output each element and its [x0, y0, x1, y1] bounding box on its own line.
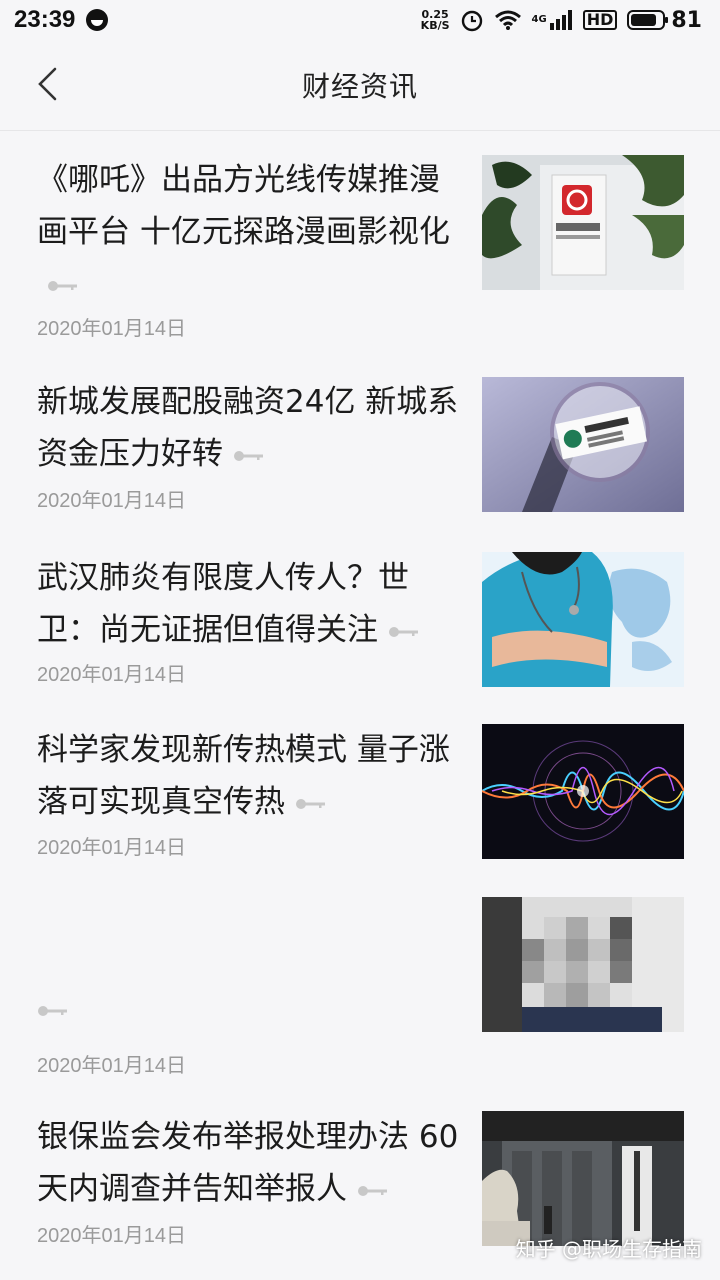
key-icon — [296, 798, 325, 809]
news-title-wrap: 科学家发现新传热模式 量子涨落可实现真空传热 — [37, 724, 467, 828]
news-title: 《哪吒》出品方光线传媒推漫画平台 十亿元探路漫画影视化 — [37, 162, 450, 250]
key-icon — [38, 1005, 67, 1016]
news-date: 2020年01月14日 — [37, 490, 186, 512]
network-speed-unit: KB/S — [420, 19, 450, 32]
news-thumbnail — [482, 155, 684, 290]
news-item[interactable]: 新城发展配股融资24亿 新城系资金压力好转 2020年01月14日 — [0, 346, 720, 521]
regulator-building-photo — [482, 1111, 684, 1246]
news-title: 武汉肺炎有限度人传人？世卫：尚无证据但值得关注 — [37, 560, 409, 648]
building-photo — [482, 155, 684, 290]
news-date: 2020年01月14日 — [37, 1225, 186, 1247]
page-title: 财经资讯 — [301, 70, 418, 103]
nurse-photo — [482, 552, 684, 687]
news-item[interactable]: 科学家发现新传热模式 量子涨落可实现真空传热 2020年01月14日 — [0, 694, 720, 869]
news-title-wrap: 《哪吒》出品方光线传媒推漫画平台 十亿元探路漫画影视化 — [37, 154, 467, 310]
news-date: 2020年01月14日 — [37, 837, 186, 859]
watermark: 知乎 @职场生存指南 — [515, 1237, 702, 1261]
news-date: 2020年01月14日 — [37, 664, 186, 686]
news-item[interactable]: 《哪吒》出品方光线传媒推漫画平台 十亿元探路漫画影视化 2020年01月14日 — [0, 131, 720, 346]
news-thumbnail — [482, 897, 684, 1032]
news-title: 科学家发现新传热模式 量子涨落可实现真空传热 — [37, 732, 450, 820]
news-thumbnail — [482, 377, 684, 512]
news-title-wrap: 武汉肺炎有限度人传人？世卫：尚无证据但值得关注 — [37, 552, 467, 656]
key-icon — [389, 626, 418, 637]
news-title-wrap — [37, 983, 467, 1035]
news-thumbnail — [482, 724, 684, 859]
hd-icon: HD — [582, 10, 618, 30]
news-item[interactable]: 武汉肺炎有限度人传人？世卫：尚无证据但值得关注 2020年01月14日 — [0, 521, 720, 694]
network-type: 4G — [531, 13, 547, 25]
news-date: 2020年01月14日 — [37, 1055, 186, 1077]
key-icon — [234, 450, 263, 461]
alarm-clock-icon — [461, 10, 482, 32]
signal-icon — [549, 10, 572, 30]
news-title: 银保监会发布举报处理办法 60天内调查并告知举报人 — [37, 1119, 459, 1207]
key-icon — [358, 1185, 387, 1196]
wave-graphic — [482, 724, 684, 859]
battery-icon — [627, 10, 669, 30]
news-thumbnail — [482, 552, 684, 687]
app-notification-icon — [86, 9, 109, 31]
news-thumbnail — [482, 1111, 684, 1246]
news-title-wrap: 银保监会发布举报处理办法 60天内调查并告知举报人 — [37, 1111, 467, 1215]
chevron-left-icon — [38, 67, 57, 101]
nav-bar: 财经资讯 — [0, 40, 720, 131]
news-title-wrap: 新城发展配股融资24亿 新城系资金压力好转 — [37, 376, 467, 480]
network-speed: 0.25 KB/S — [421, 9, 450, 31]
wifi-icon — [494, 10, 521, 30]
battery-level: 81 — [671, 7, 702, 33]
status-bar: 23:39 0.25 KB/S 4G HD 81 — [0, 0, 720, 40]
key-icon — [48, 280, 77, 291]
news-item[interactable]: 2020年01月14日 — [0, 869, 720, 1089]
magnifier-photo — [482, 377, 684, 512]
back-button[interactable] — [28, 62, 72, 106]
news-date: 2020年01月14日 — [37, 318, 186, 340]
blurred-portrait — [482, 897, 684, 1032]
status-time: 23:39 — [14, 6, 76, 33]
